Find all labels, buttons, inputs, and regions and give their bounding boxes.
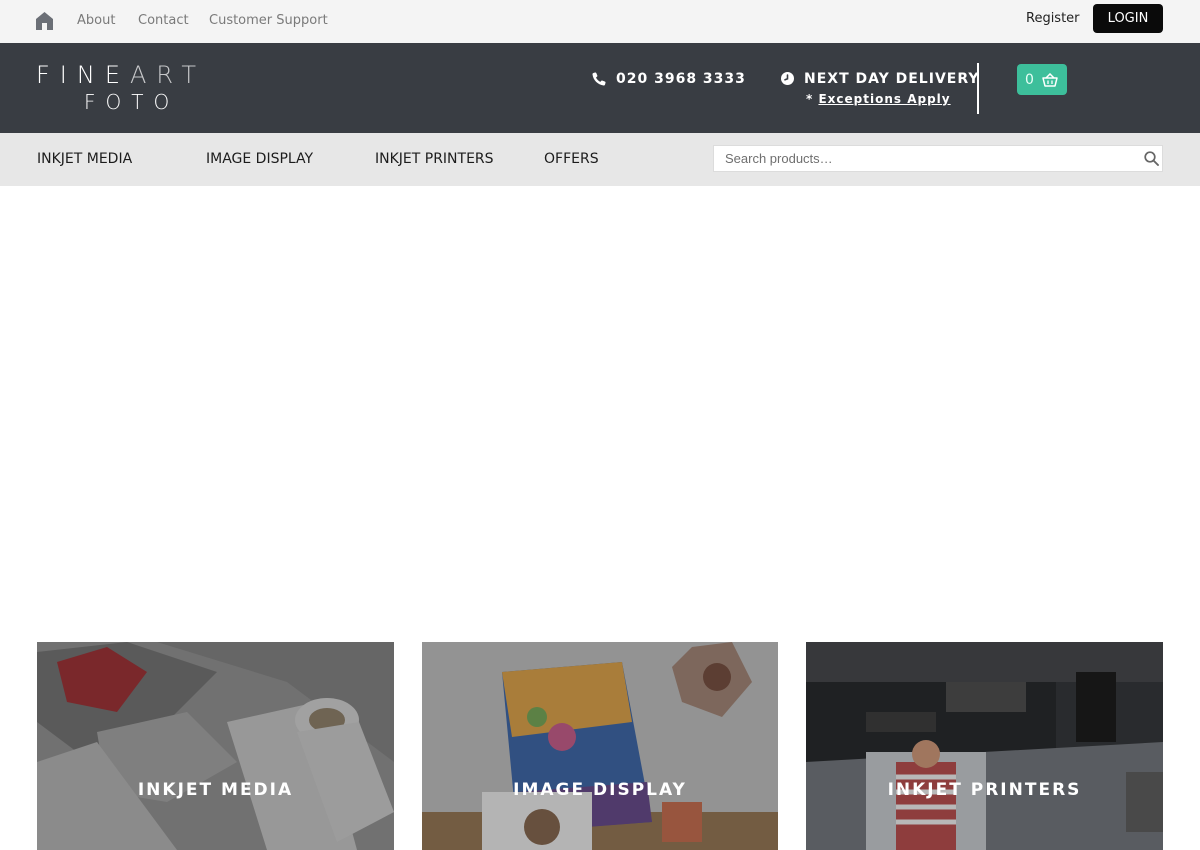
- customer-support-link[interactable]: Customer Support: [209, 13, 328, 28]
- category-tile-image-display[interactable]: IMAGE DISPLAY: [422, 642, 778, 850]
- logo-fine-text: FINE: [36, 61, 130, 89]
- cart-count: 0: [1025, 71, 1034, 88]
- home-icon[interactable]: [36, 12, 53, 30]
- inkjet-media-image: [37, 642, 394, 850]
- image-display-image: [422, 642, 778, 850]
- nav-inkjet-printers[interactable]: INKJET PRINTERS: [375, 151, 494, 167]
- tile-label: IMAGE DISPLAY: [513, 780, 687, 800]
- main-nav: INKJET MEDIA IMAGE DISPLAY INKJET PRINTE…: [0, 133, 1200, 186]
- inkjet-printers-image: [806, 642, 1163, 850]
- basket-icon: [1042, 72, 1058, 87]
- nav-offers[interactable]: OFFERS: [544, 151, 599, 167]
- category-tile-inkjet-media[interactable]: INKJET MEDIA: [37, 642, 394, 850]
- site-header: FINEART FOTO 020 3968 3333 NEXT DAY DELI…: [0, 43, 1200, 133]
- phone-number[interactable]: 020 3968 3333: [616, 71, 746, 87]
- tile-label: INKJET MEDIA: [137, 780, 294, 800]
- next-day-delivery-text: NEXT DAY DELIVERY: [804, 71, 980, 87]
- clock-icon: [781, 72, 794, 85]
- category-tile-inkjet-printers[interactable]: INKJET PRINTERS: [806, 642, 1163, 850]
- nav-image-display[interactable]: IMAGE DISPLAY: [206, 151, 313, 167]
- contact-link[interactable]: Contact: [138, 13, 189, 28]
- register-link[interactable]: Register: [1026, 11, 1080, 26]
- top-utility-bar: About Contact Customer Support Register …: [0, 0, 1200, 43]
- logo-foto-text: FOTO: [84, 90, 180, 114]
- nav-inkjet-media[interactable]: INKJET MEDIA: [37, 151, 132, 167]
- tile-label: INKJET PRINTERS: [887, 780, 1082, 800]
- search-box: [713, 145, 1163, 172]
- logo-art-text: ART: [130, 61, 207, 89]
- site-logo[interactable]: FINEART FOTO: [36, 61, 206, 115]
- exceptions-apply-link[interactable]: Exceptions Apply: [818, 92, 950, 106]
- about-link[interactable]: About: [77, 13, 115, 28]
- phone-icon: [592, 72, 606, 86]
- exceptions-prefix: *: [806, 92, 819, 106]
- header-divider: [977, 63, 979, 114]
- search-input[interactable]: [714, 146, 1134, 171]
- delivery-exceptions: * Exceptions Apply: [806, 92, 951, 106]
- cart-button[interactable]: 0: [1017, 64, 1067, 95]
- search-icon[interactable]: [1144, 151, 1159, 166]
- login-button[interactable]: LOGIN: [1093, 4, 1163, 33]
